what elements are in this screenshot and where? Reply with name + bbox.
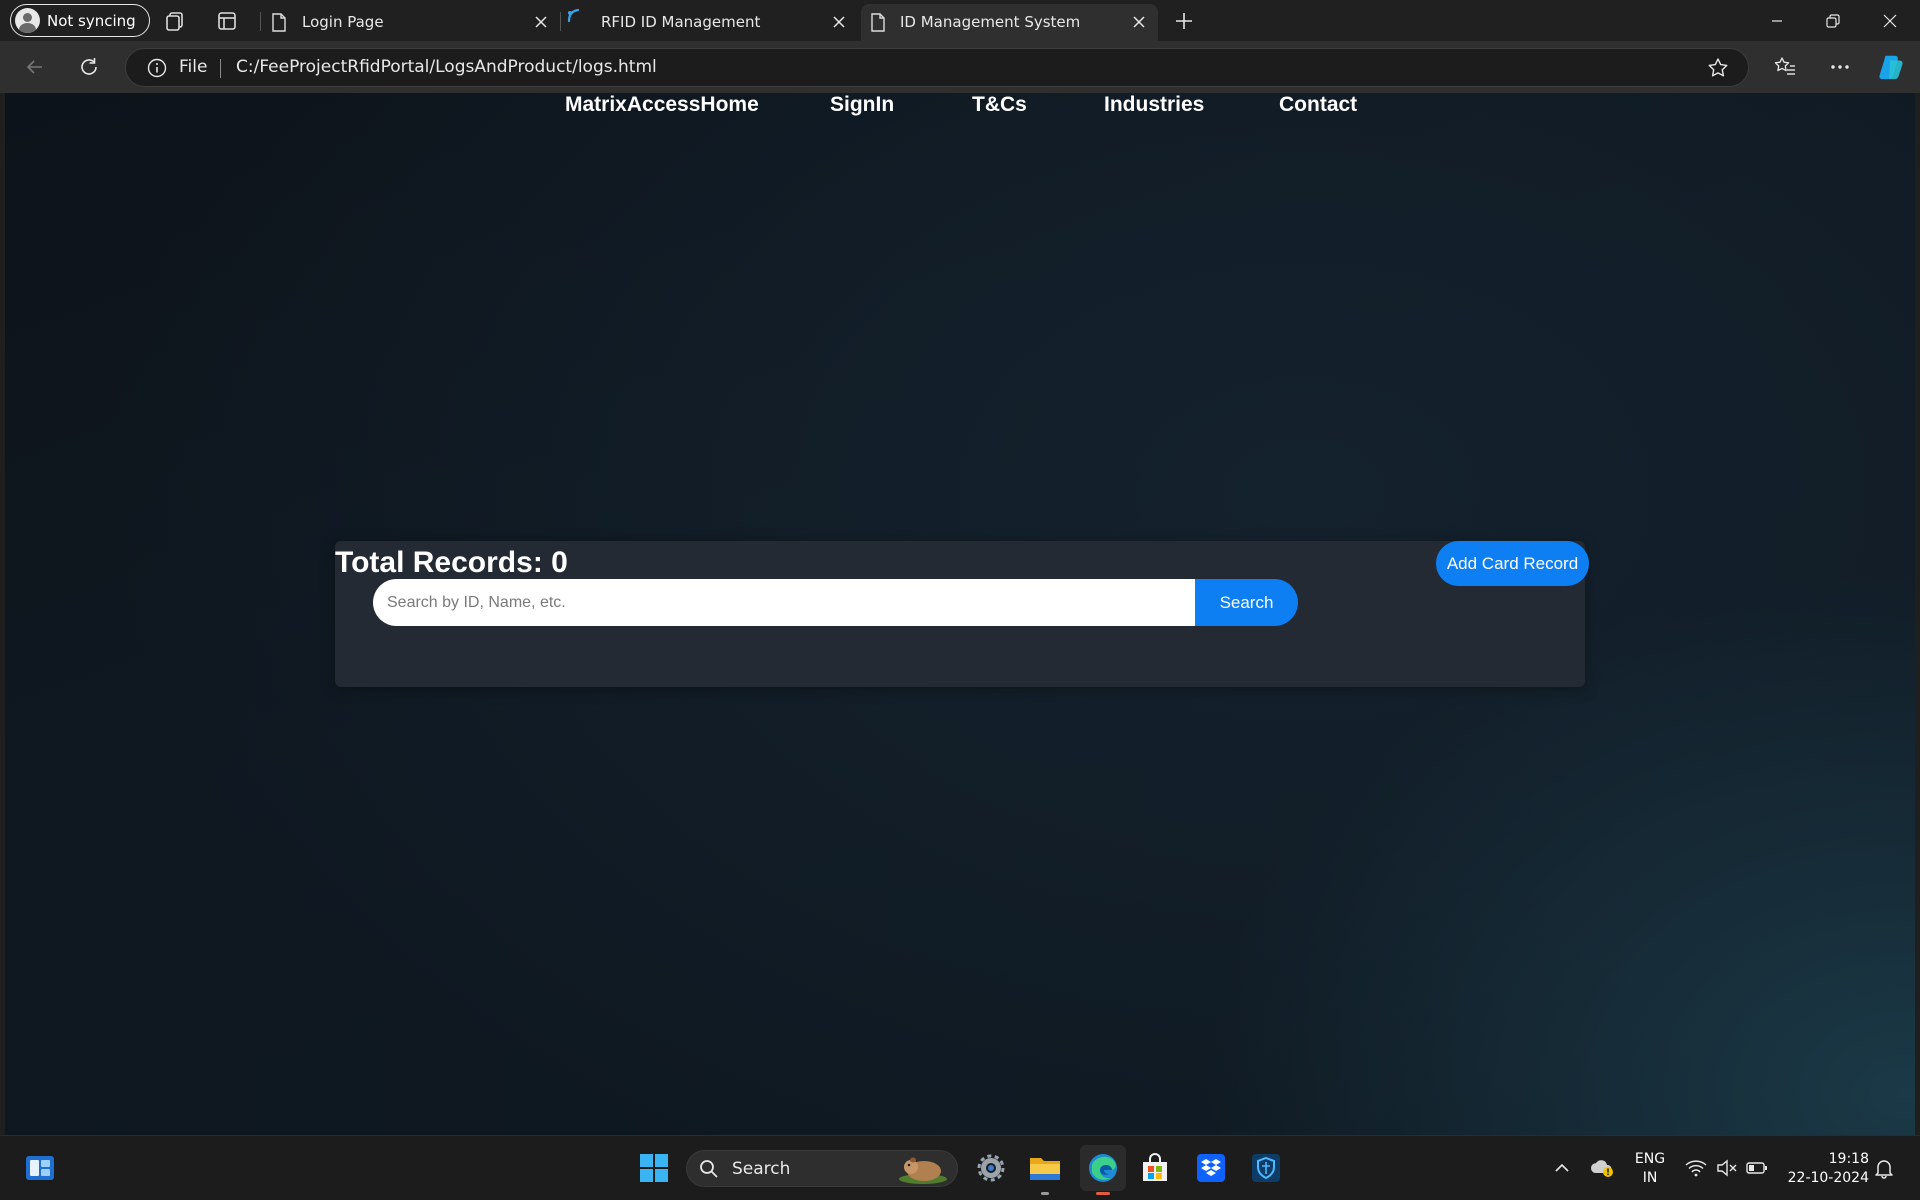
notifications-bell-icon[interactable] [1864, 1148, 1904, 1188]
region-label: IN [1642, 1170, 1658, 1186]
tab-actions-icon[interactable] [215, 9, 239, 33]
site-info-icon[interactable] [147, 58, 167, 82]
show-hidden-icons-chevron-icon[interactable] [1542, 1148, 1582, 1188]
total-records-heading: Total Records: 0 [335, 546, 568, 579]
language-label: ENG [1634, 1151, 1666, 1167]
profile-avatar-icon [15, 8, 40, 33]
tab-separator [260, 12, 261, 31]
close-tab-icon[interactable] [529, 10, 553, 34]
nav-link-signin[interactable]: SignIn [830, 93, 894, 117]
site-favicon-icon [565, 7, 583, 29]
address-divider [220, 59, 221, 78]
input-language-indicator[interactable]: ENG IN [1630, 1150, 1670, 1188]
tab-login-page[interactable]: Login Page [263, 4, 558, 41]
widgets-icon[interactable] [20, 1148, 60, 1188]
address-url[interactable]: C:/FeeProjectRfidPortal/LogsAndProduct/l… [236, 57, 657, 77]
refresh-icon[interactable] [73, 51, 105, 83]
microsoft-store-icon[interactable] [1135, 1148, 1175, 1188]
add-card-record-button[interactable]: Add Card Record [1436, 541, 1589, 586]
page-viewport: MatrixAccessHome SignIn T&Cs Industries … [5, 93, 1915, 1135]
tab-title: Login Page [302, 13, 384, 31]
copilot-icon[interactable] [1877, 53, 1905, 81]
app-shield-icon[interactable] [1246, 1148, 1286, 1188]
active-app-indicator [1096, 1192, 1110, 1195]
clock[interactable]: 19:18 22-10-2024 [1785, 1150, 1869, 1188]
onedrive-warning-icon[interactable] [1582, 1148, 1622, 1188]
profile-status-label: Not syncing [47, 11, 136, 30]
search-highlight-hamster-icon [897, 1155, 949, 1189]
new-tab-icon[interactable] [1172, 9, 1196, 33]
battery-icon[interactable] [1737, 1148, 1777, 1188]
nav-link-tcs[interactable]: T&Cs [972, 93, 1027, 117]
workspaces-icon[interactable] [163, 9, 187, 33]
windows-taskbar: Search ENG IN 19:18 22-10-2024 [0, 1135, 1920, 1200]
nav-link-industries[interactable]: Industries [1104, 93, 1204, 117]
clock-date: 22-10-2024 [1787, 1170, 1869, 1186]
site-navigation: MatrixAccessHome SignIn T&Cs Industries … [5, 93, 1915, 133]
browser-tab-strip: Not syncing Login Page RFID ID Managemen… [0, 0, 1920, 41]
tab-title: ID Management System [900, 13, 1081, 31]
records-panel: Total Records: 0 Add Card Record Search [335, 541, 1589, 687]
start-windows-icon[interactable] [634, 1148, 674, 1188]
more-options-icon[interactable] [1826, 53, 1854, 81]
nav-link-contact[interactable]: Contact [1279, 93, 1357, 117]
page-file-icon [870, 13, 886, 36]
back-icon[interactable] [19, 51, 51, 83]
tab-id-management-system[interactable]: ID Management System [861, 4, 1158, 41]
browser-toolbar: File C:/FeeProjectRfidPortal/LogsAndProd… [0, 41, 1920, 93]
restore-icon[interactable] [1805, 0, 1861, 41]
taskbar-search-box[interactable]: Search [686, 1150, 958, 1187]
nav-link-matrixaccesshome[interactable]: MatrixAccessHome [565, 93, 759, 117]
favorite-star-icon[interactable] [1707, 57, 1729, 83]
page-file-icon [271, 13, 287, 36]
file-explorer-icon[interactable] [1025, 1148, 1065, 1195]
running-indicator [1041, 1192, 1049, 1195]
search-bar: Search [373, 579, 1298, 626]
dropbox-icon[interactable] [1191, 1148, 1231, 1188]
taskbar-search-label: Search [732, 1159, 791, 1179]
minimize-icon[interactable] [1749, 0, 1805, 41]
address-bar[interactable]: File C:/FeeProjectRfidPortal/LogsAndProd… [125, 48, 1749, 87]
search-input[interactable] [373, 579, 1195, 626]
settings-gear-icon[interactable] [971, 1148, 1011, 1188]
clock-time: 19:18 [1828, 1151, 1869, 1167]
close-tab-icon[interactable] [1127, 10, 1151, 34]
tab-title: RFID ID Management [601, 13, 761, 31]
tab-rfid-id-management[interactable]: RFID ID Management [561, 4, 856, 41]
search-button[interactable]: Search [1195, 579, 1298, 626]
profile-button[interactable]: Not syncing [10, 4, 150, 37]
favorites-icon[interactable] [1771, 53, 1799, 81]
search-icon [699, 1159, 719, 1183]
close-window-icon[interactable] [1862, 0, 1918, 41]
address-scheme-label: File [179, 57, 208, 77]
close-tab-icon[interactable] [827, 10, 851, 34]
edge-browser-icon[interactable] [1080, 1145, 1126, 1195]
